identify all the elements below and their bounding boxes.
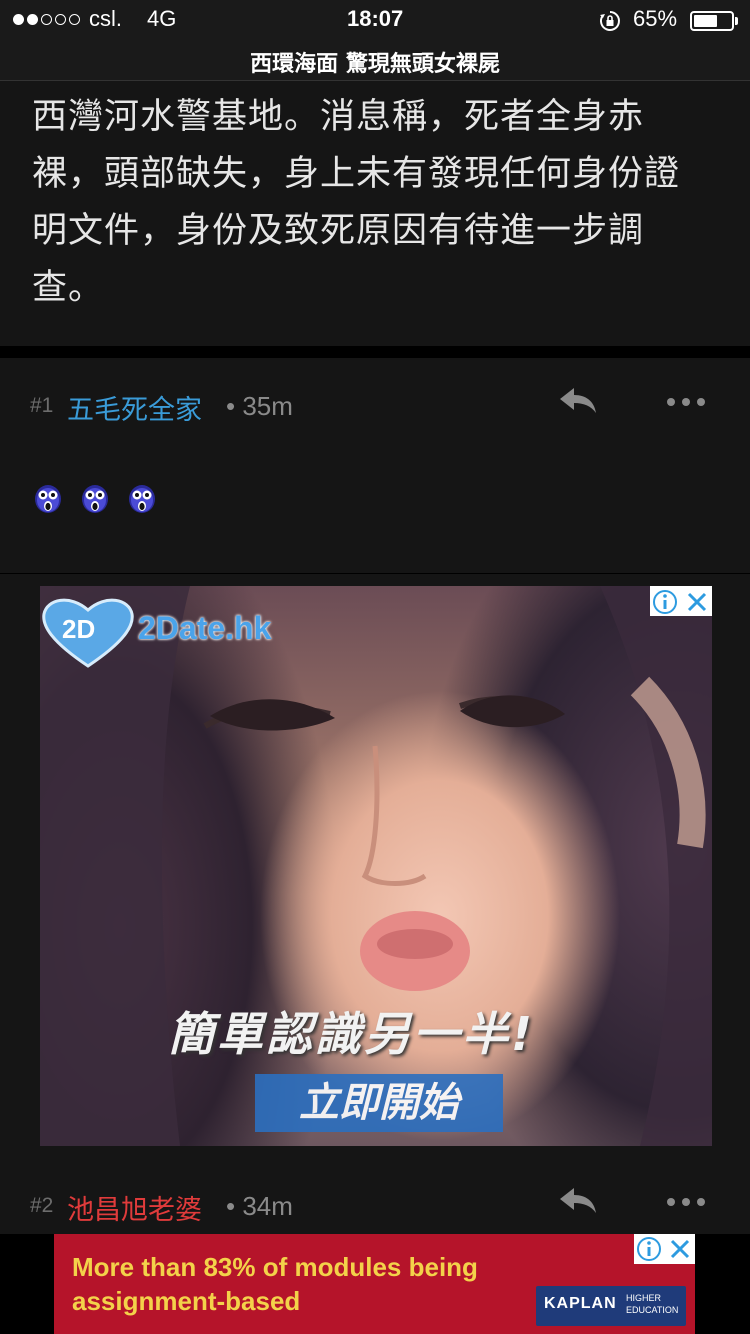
info-icon[interactable] bbox=[652, 589, 678, 615]
reply-card: #2 池昌旭老婆 • 34m bbox=[0, 1158, 750, 1234]
battery-level bbox=[694, 15, 717, 27]
scared-face-emoji bbox=[129, 485, 155, 513]
reply-arrow-icon[interactable] bbox=[558, 386, 598, 416]
signal-dot bbox=[13, 14, 24, 25]
close-icon[interactable] bbox=[667, 1236, 693, 1262]
reply-number: #1 bbox=[30, 394, 54, 417]
page-title: 西環海面 驚現無頭女裸屍 bbox=[250, 52, 500, 77]
status-bar: csl. 4G 18:07 65% bbox=[0, 0, 750, 40]
info-icon[interactable] bbox=[636, 1236, 662, 1262]
reply-arrow-icon[interactable] bbox=[558, 1186, 598, 1216]
brand-name: KAPLAN bbox=[544, 1295, 617, 1312]
network-type: 4G bbox=[147, 6, 177, 31]
orientation-lock-icon bbox=[600, 11, 620, 31]
ad-logo-badge: 2D bbox=[62, 614, 96, 644]
signal-dot bbox=[27, 14, 38, 25]
battery-percent: 65% bbox=[633, 6, 678, 31]
article-line: 查。 bbox=[32, 268, 105, 308]
battery-icon bbox=[690, 11, 734, 31]
banner-ad-line: More than 83% of modules being bbox=[72, 1252, 478, 1282]
scared-face-emoji bbox=[35, 485, 61, 513]
signal-dot bbox=[55, 14, 66, 25]
clock: 18:07 bbox=[347, 6, 404, 31]
banner-ad[interactable]: More than 83% of modules being assignmen… bbox=[54, 1234, 695, 1334]
signal-dot bbox=[69, 14, 80, 25]
article-line: 裸，頭部缺失，身上未有發現任何身份證 bbox=[32, 154, 681, 194]
reply-card: #1 五毛死全家 • 35m bbox=[0, 358, 750, 573]
banner-ad-line: assignment-based bbox=[72, 1286, 301, 1316]
article-text: 西灣河水警基地。消息稱，死者全身赤 裸，頭部缺失，身上未有發現任何身份證 明文件… bbox=[32, 89, 722, 317]
reply-username[interactable]: 池昌旭老婆 bbox=[67, 1188, 202, 1227]
article-body: 西灣河水警基地。消息稱，死者全身赤 裸，頭部缺失，身上未有發現任何身份證 明文件… bbox=[0, 81, 750, 346]
brand-sub: HIGHER bbox=[626, 1293, 662, 1303]
brand-sub: EDUCATION bbox=[626, 1305, 679, 1315]
reply-time: • 34m bbox=[226, 1191, 293, 1221]
ad-cta-label: 立即開始 bbox=[299, 1080, 459, 1126]
ad-cta-button[interactable]: 立即開始 bbox=[255, 1074, 503, 1132]
signal-dot bbox=[41, 14, 52, 25]
battery-nub bbox=[735, 17, 738, 25]
reply-username[interactable]: 五毛死全家 bbox=[67, 388, 202, 427]
nav-bar: 西環海面 驚現無頭女裸屍 bbox=[0, 40, 750, 81]
ad-controls bbox=[650, 586, 712, 616]
ad-headline: 簡單認識另一半! bbox=[168, 1007, 535, 1061]
ad-logo-text: 2Date.hk bbox=[138, 610, 272, 646]
ad-controls bbox=[634, 1234, 695, 1264]
more-dots-icon[interactable] bbox=[666, 396, 706, 408]
article-line: 明文件，身份及致死原因有待進一步調 bbox=[32, 211, 645, 251]
kaplan-logo: KAPLAN HIGHER EDUCATION bbox=[536, 1286, 686, 1326]
reply-time: • 35m bbox=[226, 391, 293, 421]
article-line: 西灣河水警基地。消息稱，死者全身赤 bbox=[32, 97, 645, 137]
close-icon[interactable] bbox=[684, 589, 710, 615]
reply-number: #2 bbox=[30, 1194, 54, 1217]
carrier-name: csl. bbox=[89, 6, 122, 31]
scared-face-emoji bbox=[82, 485, 108, 513]
more-dots-icon[interactable] bbox=[666, 1196, 706, 1208]
dating-ad[interactable]: 2D 2Date.hk 簡單認識另一半! 立即開始 bbox=[40, 586, 712, 1146]
